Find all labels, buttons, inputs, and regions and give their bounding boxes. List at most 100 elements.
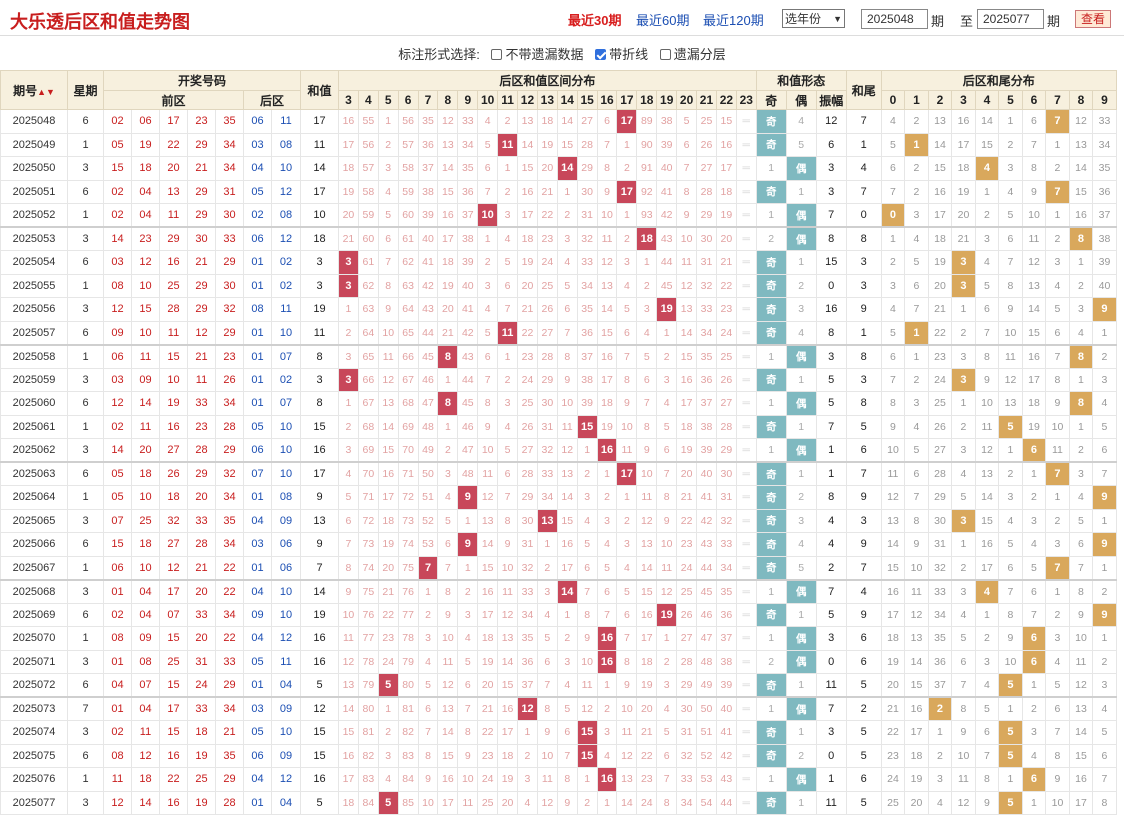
tail-omission-cell: 12 <box>880 485 906 510</box>
omission-cell: 24 <box>676 555 698 580</box>
omission-cell: 9 <box>437 602 459 627</box>
omission-cell: 79 <box>397 649 419 674</box>
back-ball: 04 <box>271 790 301 815</box>
omission-cell: 32 <box>676 743 698 768</box>
tail-omission-cell: 10 <box>1045 790 1070 815</box>
back-ball: 08 <box>271 203 301 228</box>
front-ball: 15 <box>159 720 188 745</box>
option-no-omission[interactable]: 不带遗漏数据 <box>491 44 583 63</box>
tail-omission-cell: 2 <box>1021 696 1047 721</box>
trend-table: 期号▲▼ 星期 开奖号码 和值 后区和值区间分布 和值形态 和尾 后区和尾分布 … <box>0 70 1117 815</box>
omission-cell: 2 <box>576 461 598 486</box>
form-even-cell: 偶 <box>785 438 817 463</box>
omission-cell: 54 <box>696 790 717 815</box>
sum-cell: 14 <box>300 578 339 604</box>
tail-omission-cell: 4 <box>974 250 1000 275</box>
year-select[interactable]: 选年份 ▼ <box>782 9 845 28</box>
omission-cell: 6 <box>656 438 678 463</box>
option-polyline[interactable]: 带折线 <box>595 44 648 63</box>
front-ball: 15 <box>131 297 160 322</box>
omission-cell: 50 <box>696 696 717 721</box>
query-button[interactable]: 查看 <box>1075 10 1111 28</box>
omission-cell: 25 <box>517 391 538 416</box>
back-ball: 08 <box>271 132 301 157</box>
option-no-omission-label: 不带遗漏数据 <box>505 47 584 62</box>
to-issue-input[interactable]: 2025077 <box>977 9 1044 29</box>
omission-cell: 13 <box>556 461 578 486</box>
omission-cell: 3 <box>636 297 658 322</box>
omission-cell: 90 <box>636 132 658 157</box>
period-link-30[interactable]: 最近30期 <box>568 10 621 29</box>
omission-cell: 17 <box>497 720 519 745</box>
omission-cell: 6 <box>616 602 638 627</box>
omission-cell: 61 <box>397 226 419 251</box>
omission-cell: 77 <box>397 602 419 627</box>
front-ball: 20 <box>187 626 216 651</box>
front-ball: 10 <box>131 273 160 298</box>
omission-cell: 23 <box>676 532 698 557</box>
tail-omission-cell: 1 <box>1045 132 1070 157</box>
table-row: 2025052 1 02 04 11 29 30 02 08 10 20 59 5 60 39 16 37 10 3… <box>0 203 1117 228</box>
sum-hit-cell: 3 <box>338 273 359 298</box>
tail-omission-cell: 24 <box>880 767 906 792</box>
omission-cell: 13 <box>437 132 459 157</box>
omission-cell: 34 <box>576 273 598 298</box>
tail-omission-cell: 4 <box>998 179 1023 204</box>
form-even-cell: 偶 <box>785 649 817 674</box>
table-row: 2025071 3 01 08 25 31 33 05 11 16 12 78 24 79 4 11 5 19 14… <box>0 649 1117 674</box>
omission-cell: 18 <box>338 790 359 815</box>
header-tail-col: 4 <box>974 90 1000 110</box>
sum-cell: 8 <box>300 391 339 416</box>
omission-cell: 4 <box>437 485 459 510</box>
front-ball: 16 <box>159 250 188 275</box>
omission-cell: 36 <box>715 602 737 627</box>
omission-cell: 21 <box>536 179 558 204</box>
omission-cell: 15 <box>636 578 658 604</box>
omission-cell: 53 <box>696 767 717 792</box>
omission-cell: 15 <box>437 179 459 204</box>
from-issue-input[interactable]: 2025048 <box>861 9 928 29</box>
checkbox-polyline[interactable] <box>595 49 607 60</box>
omission-cell: 3 <box>457 602 479 627</box>
form-odd-cell: 奇 <box>755 273 787 298</box>
option-layered[interactable]: 遗漏分层 <box>659 44 726 63</box>
omission-cell: 10 <box>497 555 519 580</box>
week-cell: 1 <box>67 414 104 439</box>
period-link-120[interactable]: 最近120期 <box>703 10 764 29</box>
tail-omission-cell: 40 <box>1092 273 1117 298</box>
omission-cell: 26 <box>676 602 698 627</box>
week-cell: 6 <box>67 602 104 627</box>
week-cell: 6 <box>67 532 104 557</box>
form-odd-cell: 奇 <box>755 790 787 815</box>
week-cell: 1 <box>67 203 104 228</box>
tail-omission-cell: 5 <box>880 132 906 157</box>
option-polyline-label: 带折线 <box>609 47 649 62</box>
omission-cell: 6 <box>477 156 499 181</box>
omission-cell: 47 <box>696 626 717 651</box>
omission-cell: 29 <box>676 673 698 698</box>
front-ball: 34 <box>215 696 244 721</box>
tail-omission-cell: 17 <box>974 555 1000 580</box>
front-ball: 29 <box>215 438 244 463</box>
omission-cell: 68 <box>397 391 419 416</box>
header-issue[interactable]: 期号▲▼ <box>0 70 68 110</box>
tail-omission-cell: 5 <box>904 438 929 463</box>
checkbox-layered[interactable] <box>659 49 671 60</box>
omission-cell: 4 <box>517 790 538 815</box>
omission-cell: 6 <box>497 273 519 298</box>
checkbox-no-omission[interactable] <box>491 49 503 60</box>
tail-omission-cell: 2 <box>880 250 906 275</box>
front-ball: 16 <box>159 790 188 815</box>
form-even-cell: 2 <box>785 485 817 510</box>
omission-cell: 22 <box>676 508 698 533</box>
omission-cell: 42 <box>715 743 737 768</box>
header-sum-col: 8 <box>437 90 459 110</box>
front-ball: 06 <box>103 343 132 369</box>
omission-cell: 2 <box>636 273 658 298</box>
back-ball: 12 <box>271 179 301 204</box>
tail-omission-cell: 4 <box>1021 532 1047 557</box>
period-link-60[interactable]: 最近60期 <box>636 10 689 29</box>
omission-cell: 30 <box>517 508 538 533</box>
omission-cell: 81 <box>397 696 419 721</box>
front-ball: 32 <box>159 508 188 533</box>
